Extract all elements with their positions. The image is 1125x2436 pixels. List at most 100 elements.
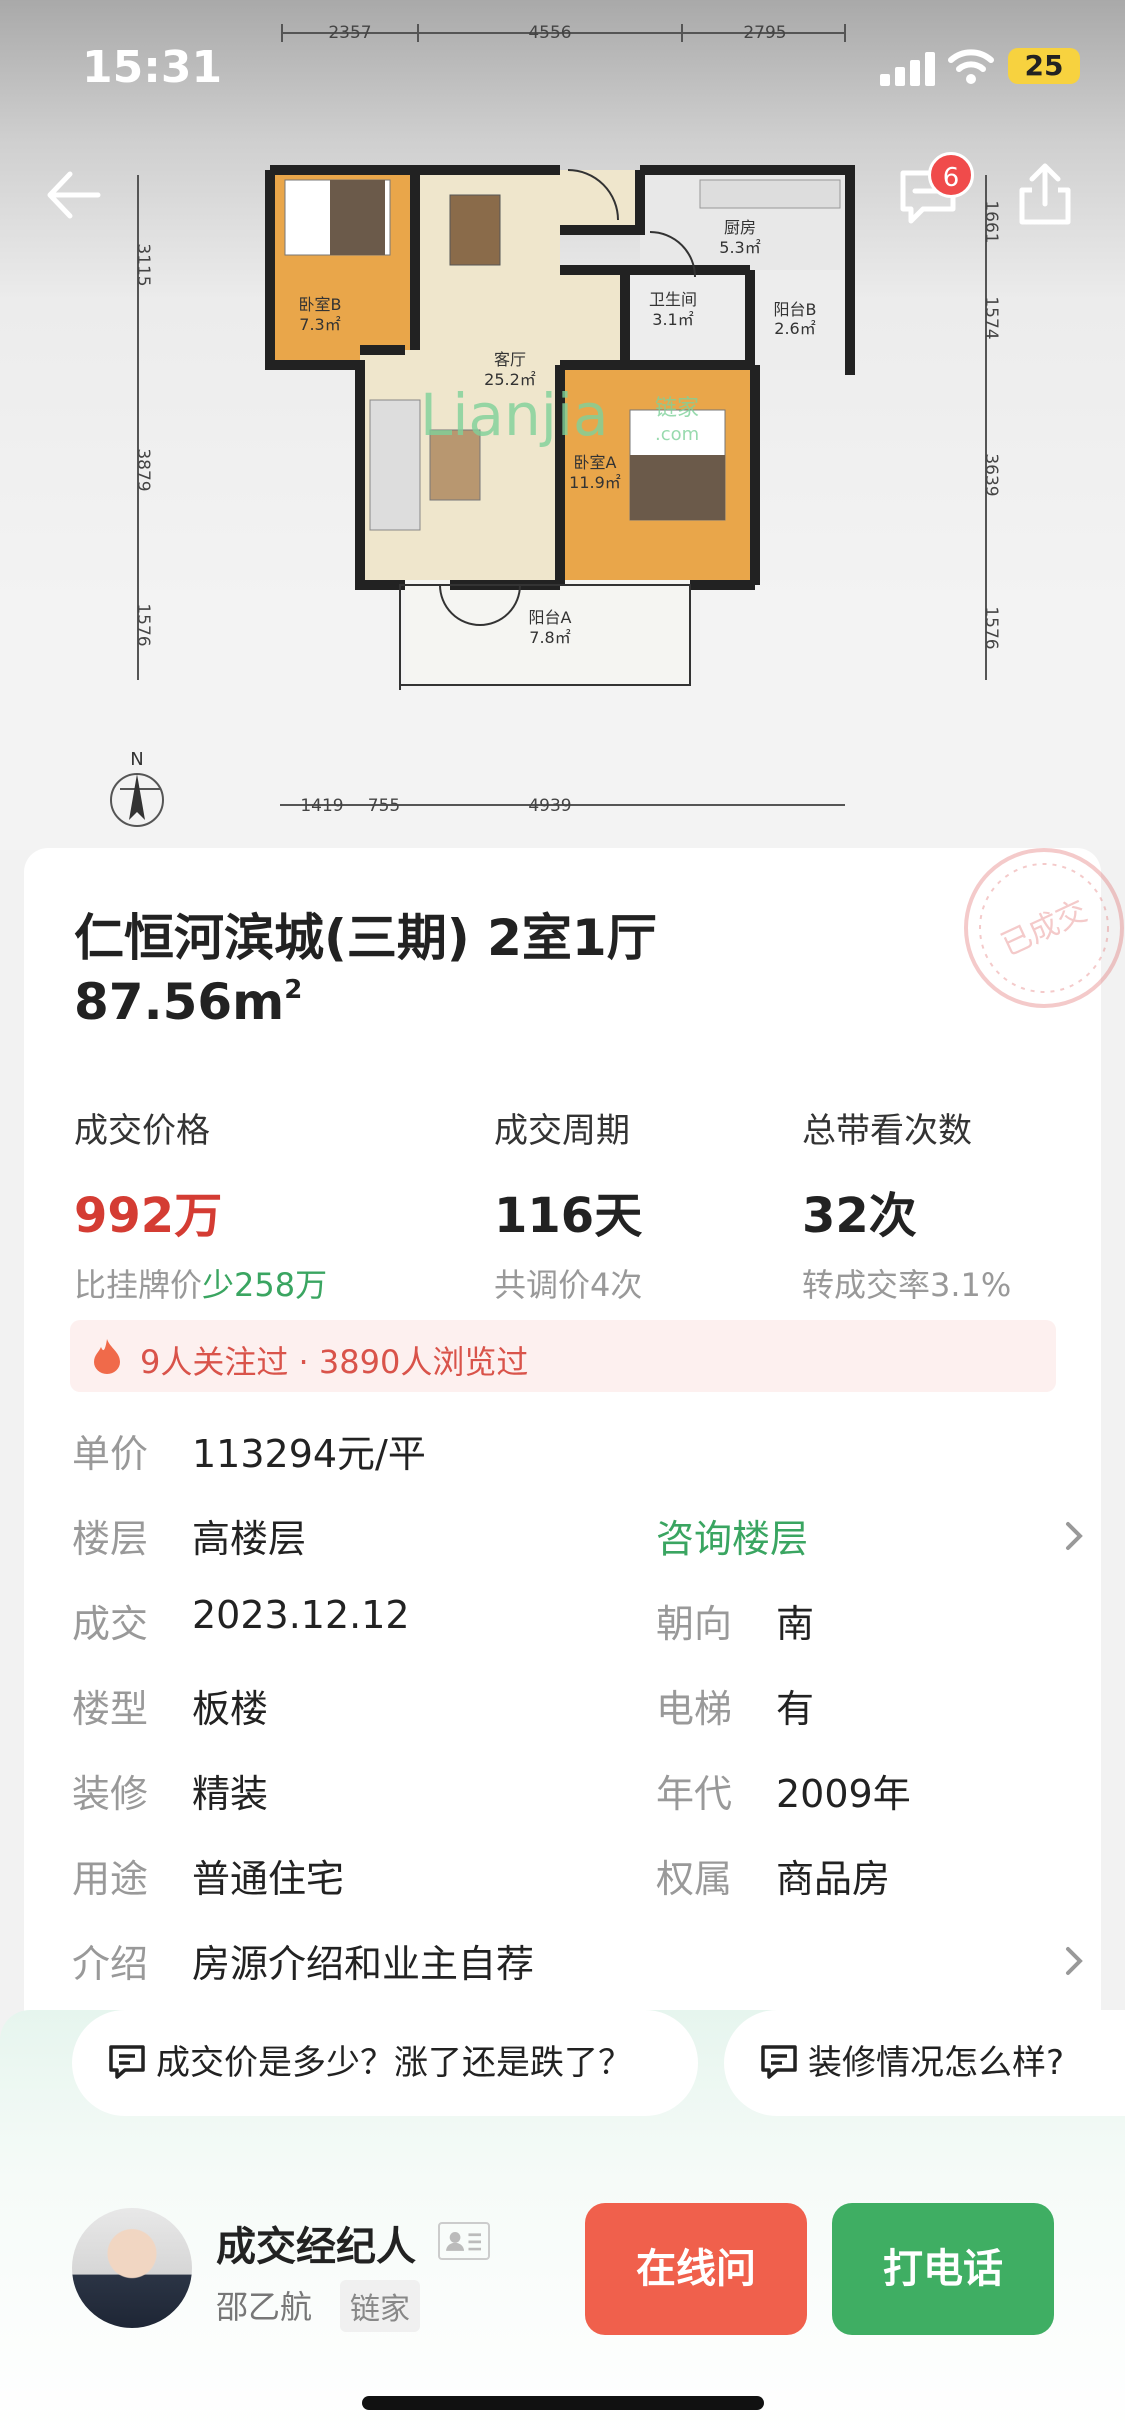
room-area-bedroom-a: 11.9㎡ bbox=[569, 473, 621, 492]
quick-question-decoration[interactable]: 装修情况怎么样? bbox=[724, 2010, 1125, 2116]
cellular-signal-icon bbox=[880, 52, 935, 86]
bottom-panel: 成交价是多少？涨了还是跌了？ 装修情况怎么样? 成交经纪人 邵乙航 链家 在线问… bbox=[0, 2010, 1125, 2436]
stat-sub: 比挂牌价少258万 bbox=[74, 1260, 327, 1306]
business-card-icon[interactable] bbox=[438, 2222, 490, 2260]
detail-value: 高楼层 bbox=[192, 1517, 307, 1561]
detail-value: 精装 bbox=[192, 1772, 269, 1816]
stat-label: 总带看次数 bbox=[802, 1111, 972, 1151]
detail-value: 商品房 bbox=[776, 1857, 891, 1901]
stat-sub: 转成交率3.1% bbox=[802, 1266, 1012, 1304]
popularity-notice: 9人关注过 · 3890人浏览过 bbox=[70, 1320, 1056, 1392]
detail-value: 113294元/平 bbox=[192, 1432, 426, 1476]
detail-value: 2023.12.12 bbox=[192, 1593, 410, 1637]
consult-floor-link[interactable]: 咨询楼层 bbox=[656, 1508, 1083, 1568]
chat-question-icon bbox=[761, 2044, 797, 2079]
home-indicator[interactable] bbox=[362, 2396, 764, 2410]
room-label-bedroom-b: 卧室B bbox=[299, 295, 342, 314]
lianjia-watermark-com: .com bbox=[655, 424, 699, 445]
detail-decoration: 装修 精装 bbox=[72, 1763, 472, 1823]
dim-left-3: 1576 bbox=[133, 603, 153, 646]
screen: 2357 4556 2795 3115 3879 1576 1661 1574 … bbox=[0, 0, 1125, 2436]
detail-value: 房源介绍和业主自荐 bbox=[192, 1942, 535, 1986]
detail-value: 有 bbox=[776, 1687, 815, 1731]
detail-ownership: 权属 商品房 bbox=[656, 1848, 1056, 1908]
detail-usage: 用途 普通住宅 bbox=[72, 1848, 472, 1908]
agent-avatar[interactable] bbox=[72, 2208, 192, 2328]
stat-deal-price: 成交价格 992万 比挂牌价少258万 bbox=[74, 1103, 327, 1306]
area-value: 87.56m bbox=[74, 973, 285, 1031]
stat-value: 32次 bbox=[802, 1188, 917, 1244]
consult-floor-label: 咨询楼层 bbox=[656, 1517, 809, 1561]
stat-value: 992万 bbox=[74, 1188, 223, 1244]
detail-value: 板楼 bbox=[192, 1687, 269, 1731]
detail-value: 2009年 bbox=[776, 1772, 911, 1816]
detail-building-type: 楼型 板楼 bbox=[72, 1678, 472, 1738]
compass-label: N bbox=[130, 749, 143, 770]
room-area-balcony-b: 2.6㎡ bbox=[774, 319, 815, 338]
lianjia-watermark-cn: 链家 bbox=[655, 396, 699, 421]
detail-value: 普通住宅 bbox=[192, 1857, 345, 1901]
room-label-kitchen: 厨房 bbox=[724, 218, 756, 237]
lianjia-watermark: Lianjia bbox=[420, 381, 609, 449]
detail-label: 用途 bbox=[72, 1857, 149, 1901]
room-label-bedroom-a: 卧室A bbox=[574, 453, 617, 472]
room-area-kitchen: 5.3㎡ bbox=[719, 238, 760, 257]
detail-label: 年代 bbox=[656, 1772, 733, 1816]
room-label-bathroom: 卫生间 bbox=[649, 290, 697, 309]
online-ask-button[interactable]: 在线问 bbox=[585, 2203, 807, 2335]
share-icon[interactable] bbox=[1010, 160, 1080, 230]
stat-label: 成交周期 bbox=[494, 1111, 630, 1151]
room-label-living: 客厅 bbox=[494, 350, 526, 369]
notice-text: 9人关注过 · 3890人浏览过 bbox=[140, 1343, 529, 1381]
battery-indicator: 25 bbox=[1008, 48, 1080, 84]
stat-label: 成交价格 bbox=[74, 1111, 210, 1151]
detail-deal-date: 成交 2023.12.12 bbox=[72, 1593, 472, 1653]
detail-floor: 楼层 高楼层 bbox=[72, 1508, 472, 1568]
quick-question-price[interactable]: 成交价是多少？涨了还是跌了？ bbox=[72, 2010, 698, 2116]
detail-orientation: 朝向 南 bbox=[656, 1593, 1056, 1653]
listing-area: 87.56m2 bbox=[74, 973, 302, 1031]
detail-label: 成交 bbox=[72, 1602, 149, 1646]
detail-label: 装修 bbox=[72, 1772, 149, 1816]
quick-question-text: 装修情况怎么样? bbox=[808, 2043, 1065, 2083]
area-unit-sup: 2 bbox=[284, 975, 303, 1005]
agent-role: 成交经纪人 bbox=[216, 2224, 416, 2270]
wifi-icon bbox=[948, 49, 994, 84]
detail-label: 电梯 bbox=[656, 1687, 733, 1731]
dim-right-2: 1574 bbox=[981, 296, 1001, 339]
sold-stamp-text: 已成交 bbox=[996, 894, 1092, 964]
status-bar: 15:31 25 bbox=[0, 0, 1125, 130]
dim-right-3: 3639 bbox=[981, 453, 1001, 496]
detail-label: 单价 bbox=[72, 1432, 149, 1476]
sold-stamp-icon: 已成交 bbox=[964, 848, 1124, 1008]
chevron-right-icon bbox=[1066, 1947, 1083, 1975]
dim-bottom-2: 755 bbox=[368, 796, 400, 816]
agent-name: 邵乙航 bbox=[216, 2288, 313, 2326]
detail-value: 南 bbox=[776, 1602, 815, 1646]
dim-right-1: 1661 bbox=[981, 200, 1001, 243]
stat-sub-highlight: 少258万 bbox=[202, 1266, 328, 1304]
quick-question-text: 成交价是多少？涨了还是跌了？ bbox=[156, 2043, 632, 2083]
detail-elevator: 电梯 有 bbox=[656, 1678, 1056, 1738]
dim-bottom-1: 1419 bbox=[300, 796, 343, 816]
room-label-balcony-a: 阳台A bbox=[529, 608, 572, 627]
room-area-bedroom-b: 7.3㎡ bbox=[299, 315, 340, 334]
stat-viewings: 总带看次数 32次 转成交率3.1% bbox=[802, 1103, 1011, 1306]
stat-sub: 共调价4次 bbox=[494, 1266, 643, 1304]
chat-question-icon bbox=[109, 2044, 145, 2079]
status-time: 15:31 bbox=[82, 42, 223, 93]
back-arrow-icon[interactable] bbox=[40, 160, 110, 230]
dim-bottom-3: 4939 bbox=[528, 796, 571, 816]
detail-year: 年代 2009年 bbox=[656, 1763, 1056, 1823]
call-button[interactable]: 打电话 bbox=[832, 2203, 1054, 2335]
stat-sub-prefix: 比挂牌价 bbox=[74, 1266, 203, 1304]
room-area-bathroom: 3.1㎡ bbox=[652, 310, 693, 329]
dim-left-2: 3879 bbox=[133, 448, 153, 491]
detail-label: 权属 bbox=[656, 1857, 733, 1901]
listing-title: 仁恒河滨城(三期) 2室1厅 bbox=[74, 909, 657, 967]
detail-intro[interactable]: 介绍 房源介绍和业主自荐 bbox=[72, 1933, 1083, 1993]
room-label-balcony-b: 阳台B bbox=[774, 300, 817, 319]
fire-icon bbox=[94, 1339, 120, 1374]
agent-company: 链家 bbox=[340, 2280, 420, 2332]
dim-right-4: 1576 bbox=[981, 606, 1001, 649]
